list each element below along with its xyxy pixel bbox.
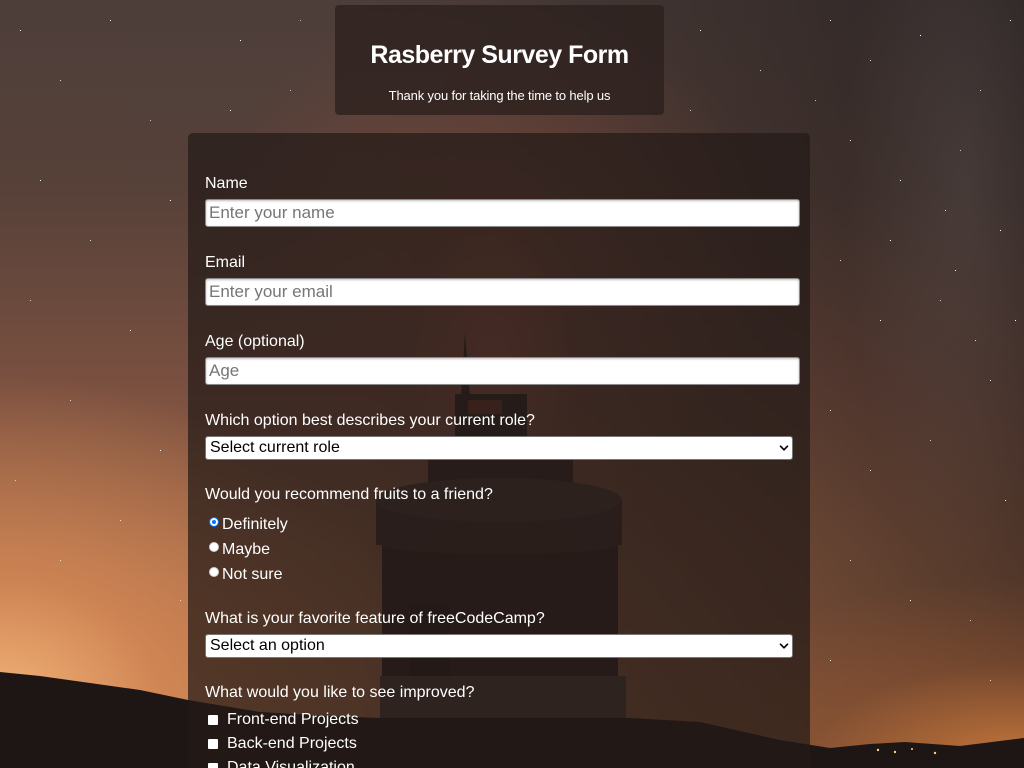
improve-field-group: What would you like to see improved? Fro… (205, 683, 810, 768)
name-input[interactable] (205, 199, 800, 227)
age-label: Age (optional) (205, 333, 305, 350)
radio-option-not-sure: Not sure (205, 562, 810, 587)
checkbox-label-data-visualization[interactable]: Data Visualization (227, 759, 355, 768)
name-label: Name (205, 175, 248, 192)
email-field-group: Email (205, 253, 810, 306)
city-light (893, 750, 897, 754)
chevron-down-icon (779, 445, 789, 451)
radio-option-maybe: Maybe (205, 537, 810, 562)
favorite-feature-select-value: Select an option (210, 637, 325, 654)
recommend-field-group: Would you recommend fruits to a friend? … (205, 485, 810, 587)
radio-not-sure[interactable] (209, 567, 219, 577)
recommend-radio-group: Definitely Maybe Not sure (205, 512, 810, 587)
age-field-group: Age (optional) (205, 332, 810, 385)
city-light (911, 748, 913, 750)
name-field-group: Name (205, 174, 810, 227)
checkbox-option-front-end: Front-end Projects (205, 708, 810, 732)
radio-label-not-sure[interactable]: Not sure (222, 566, 282, 584)
role-field-group: Which option best describes your current… (205, 411, 810, 460)
age-input[interactable] (205, 357, 800, 385)
radio-option-definitely: Definitely (205, 512, 810, 537)
email-label: Email (205, 254, 246, 271)
survey-form: Name Email Age (optional) Which option b… (188, 133, 810, 768)
radio-definitely[interactable] (209, 517, 219, 527)
city-light (933, 751, 937, 755)
current-role-select[interactable]: Select current role (205, 436, 793, 460)
checkbox-label-back-end[interactable]: Back-end Projects (227, 735, 357, 753)
radio-maybe[interactable] (209, 542, 219, 552)
checkbox-option-back-end: Back-end Projects (205, 732, 810, 756)
improve-checkbox-group: Front-end Projects Back-end Projects Dat… (205, 708, 810, 768)
recommend-label: Would you recommend fruits to a friend? (205, 486, 493, 503)
checkbox-front-end-projects[interactable] (208, 715, 218, 725)
checkbox-data-visualization[interactable] (208, 763, 218, 768)
favorite-feature-select[interactable]: Select an option (205, 634, 793, 658)
checkbox-back-end-projects[interactable] (208, 739, 218, 749)
radio-label-maybe[interactable]: Maybe (222, 541, 270, 559)
page-description: Thank you for taking the time to help us (388, 88, 611, 103)
survey-header: Rasberry Survey Form Thank you for takin… (335, 5, 664, 115)
checkbox-label-front-end[interactable]: Front-end Projects (227, 711, 359, 729)
page-title: Rasberry Survey Form (370, 41, 629, 69)
city-light (876, 748, 880, 752)
email-input[interactable] (205, 278, 800, 306)
current-role-select-value: Select current role (210, 439, 340, 456)
feature-label: What is your favorite feature of freeCod… (205, 610, 545, 627)
role-label: Which option best describes your current… (205, 412, 535, 429)
chevron-down-icon (779, 643, 789, 649)
feature-field-group: What is your favorite feature of freeCod… (205, 609, 810, 658)
improve-label: What would you like to see improved? (205, 684, 475, 701)
checkbox-option-data-visualization: Data Visualization (205, 756, 810, 768)
radio-label-definitely[interactable]: Definitely (222, 516, 288, 534)
